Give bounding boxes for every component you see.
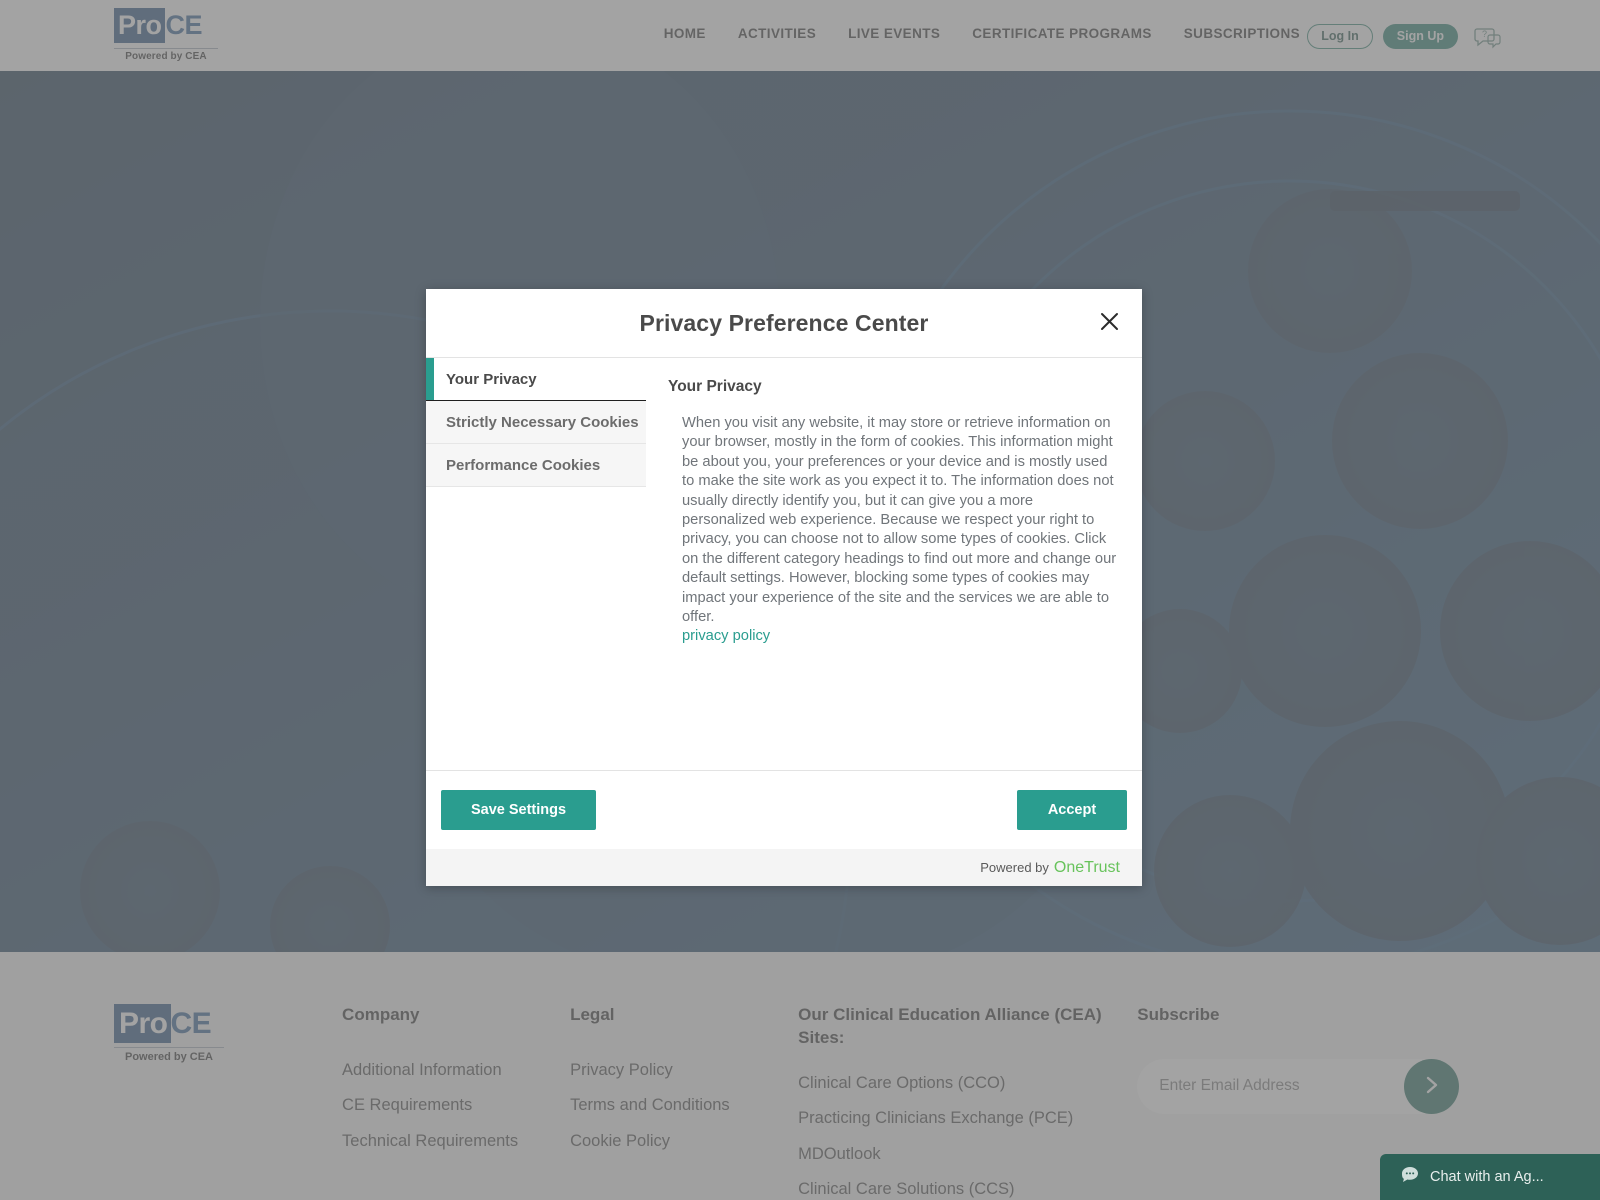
modal-tab-label: Your Privacy bbox=[446, 370, 537, 388]
modal-footer: Save Settings Accept bbox=[426, 770, 1142, 849]
page-root: ProCE Powered by CEA HOME ACTIVITIES LIV… bbox=[0, 0, 1600, 1200]
privacy-preference-center-modal: Privacy Preference Center Your Privacy S… bbox=[426, 289, 1142, 886]
privacy-policy-link[interactable]: privacy policy bbox=[682, 628, 770, 644]
modal-header: Privacy Preference Center bbox=[426, 289, 1142, 358]
chat-bubble-icon bbox=[1400, 1165, 1420, 1190]
modal-title: Privacy Preference Center bbox=[639, 309, 929, 336]
close-icon[interactable] bbox=[1094, 306, 1124, 336]
modal-tab-list: Your Privacy Strictly Necessary Cookies … bbox=[426, 358, 646, 770]
panel-heading: Your Privacy bbox=[668, 378, 762, 395]
modal-tab-panel: Your Privacy When you visit any website,… bbox=[646, 358, 1142, 770]
modal-tab-performance-cookies[interactable]: Performance Cookies bbox=[426, 444, 646, 487]
accept-button[interactable]: Accept bbox=[1017, 790, 1127, 830]
modal-body: Your Privacy Strictly Necessary Cookies … bbox=[426, 358, 1142, 770]
powered-by-onetrust: Powered by OneTrust bbox=[426, 849, 1142, 886]
panel-description: When you visit any website, it may store… bbox=[682, 415, 1117, 626]
modal-tab-your-privacy[interactable]: Your Privacy bbox=[426, 358, 646, 401]
modal-tab-label: Performance Cookies bbox=[446, 456, 601, 474]
chat-widget[interactable]: Chat with an Ag... bbox=[1380, 1154, 1600, 1200]
modal-tab-label: Strictly Necessary Cookies bbox=[446, 413, 639, 431]
powered-by-label: Powered by bbox=[980, 860, 1049, 875]
save-settings-button[interactable]: Save Settings bbox=[441, 790, 596, 830]
chat-widget-label: Chat with an Ag... bbox=[1430, 1169, 1544, 1185]
onetrust-brand-label: OneTrust bbox=[1053, 858, 1120, 876]
modal-tab-strictly-necessary-cookies[interactable]: Strictly Necessary Cookies bbox=[426, 401, 646, 444]
